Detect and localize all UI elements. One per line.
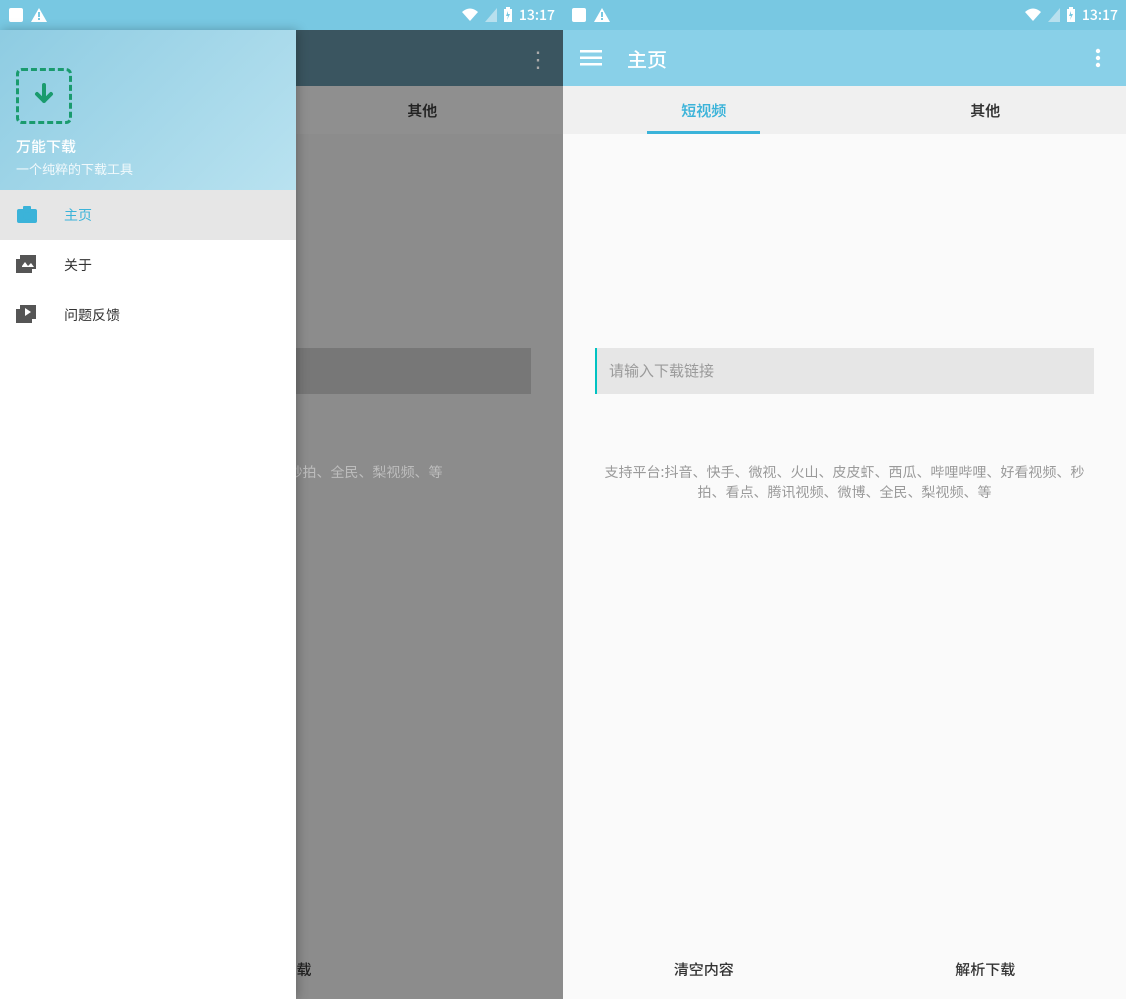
- tab-other[interactable]: 其他: [845, 86, 1126, 134]
- screen-left-drawer-open: 13:17 ⋮ 其他 、西瓜、哔哩哔哩、好看视频、秒拍、全民、梨视频、等 解析下…: [0, 0, 563, 999]
- footer: 清空内容 解析下载: [563, 939, 1126, 999]
- download-arrow-icon: [29, 81, 59, 111]
- drawer-item-label: 问题反馈: [64, 305, 120, 325]
- supported-platforms-text: 支持平台:抖音、快手、微视、火山、皮皮虾、西瓜、哔哩哔哩、好看视频、秒拍、看点、…: [591, 462, 1098, 502]
- square-icon: [571, 7, 587, 23]
- drawer-item-about[interactable]: 关于: [0, 240, 296, 290]
- main-content: 支持平台:抖音、快手、微视、火山、皮皮虾、西瓜、哔哩哔哩、好看视频、秒拍、看点、…: [563, 134, 1126, 939]
- image-icon: [16, 254, 38, 276]
- warning-icon: [593, 7, 611, 23]
- hamburger-menu-button[interactable]: [575, 42, 607, 74]
- status-right: 13:17: [1024, 5, 1118, 25]
- status-bar: 13:17: [563, 0, 1126, 30]
- square-icon: [8, 7, 24, 23]
- status-left: [571, 7, 611, 23]
- drawer-item-label: 主页: [64, 205, 92, 225]
- signal-icon: [1048, 8, 1060, 22]
- drawer-app-name: 万能下载: [16, 136, 280, 157]
- battery-icon: [503, 7, 513, 23]
- download-url-input[interactable]: [595, 348, 1094, 394]
- drawer-item-home[interactable]: 主页: [0, 190, 296, 240]
- app-bar: 主页: [563, 30, 1126, 86]
- status-time: 13:17: [519, 5, 555, 25]
- screen-right-main: 13:17 主页 短视频 其他 支持平台:抖音、快手、微视、火山、皮皮虾、西瓜、…: [563, 0, 1126, 999]
- page-title: 主页: [627, 44, 1082, 73]
- camera-icon: [16, 204, 38, 226]
- parse-download-button[interactable]: 解析下载: [845, 939, 1126, 999]
- wifi-icon: [461, 8, 479, 22]
- wifi-icon: [1024, 8, 1042, 22]
- overflow-icon: [1095, 48, 1101, 68]
- status-bar: 13:17: [0, 0, 563, 30]
- hamburger-icon: [580, 50, 602, 66]
- overflow-icon[interactable]: ⋮: [527, 42, 549, 74]
- drawer-item-label: 关于: [64, 255, 92, 275]
- status-time: 13:17: [1082, 5, 1118, 25]
- drawer-header: 万能下载 一个纯粹的下载工具: [0, 30, 296, 190]
- clear-button[interactable]: 清空内容: [563, 939, 845, 999]
- drawer-app-subtitle: 一个纯粹的下载工具: [16, 159, 280, 178]
- drawer-item-feedback[interactable]: 问题反馈: [0, 290, 296, 340]
- status-left: [8, 7, 48, 23]
- app-logo: [16, 68, 72, 124]
- video-library-icon: [16, 304, 38, 326]
- tabs: 短视频 其他: [563, 86, 1126, 134]
- battery-icon: [1066, 7, 1076, 23]
- tab-short-video[interactable]: 短视频: [563, 86, 845, 134]
- status-right: 13:17: [461, 5, 555, 25]
- signal-icon: [485, 8, 497, 22]
- warning-icon: [30, 7, 48, 23]
- nav-drawer: 万能下载 一个纯粹的下载工具 主页 关于 问题反馈: [0, 30, 296, 999]
- overflow-menu-button[interactable]: [1082, 42, 1114, 74]
- tab-other-behind[interactable]: 其他: [282, 100, 564, 121]
